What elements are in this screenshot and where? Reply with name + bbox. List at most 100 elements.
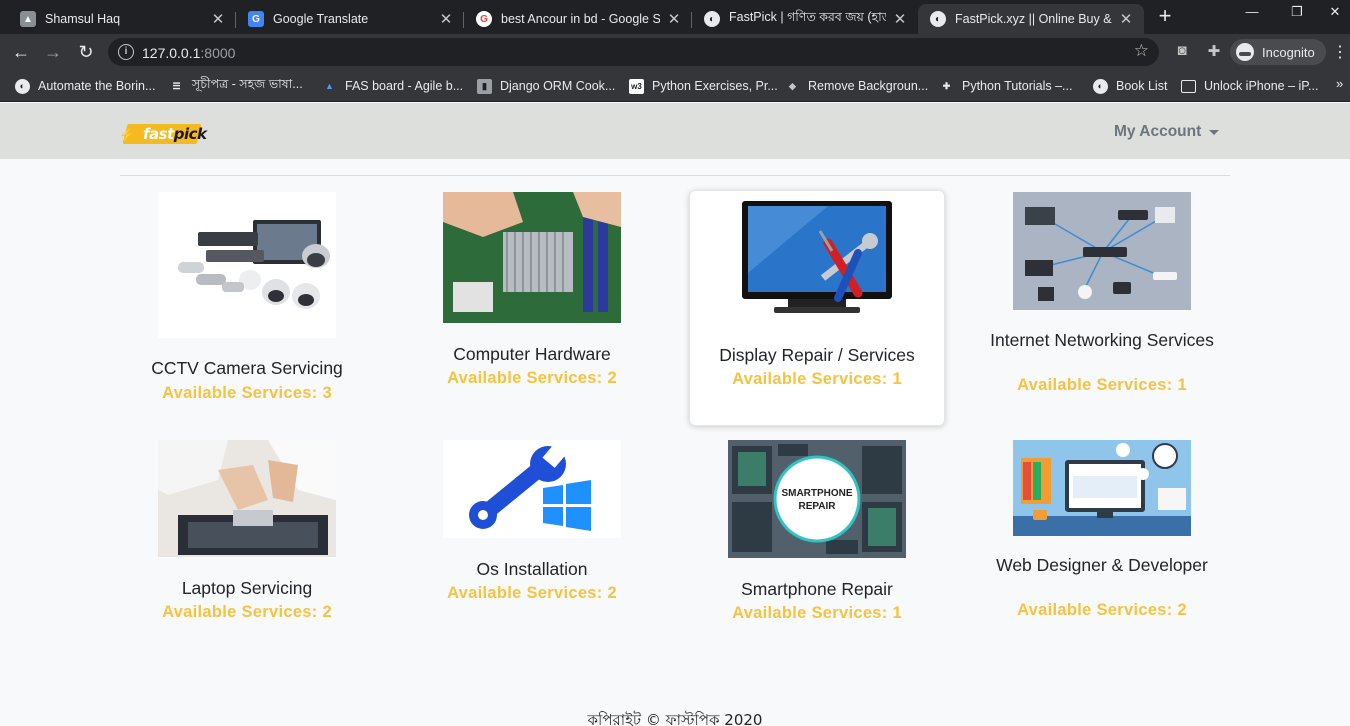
smartphone-repair-image[interactable]: SMARTPHONE REPAIR <box>728 440 906 558</box>
lightning-icon: ⚡ <box>119 127 136 142</box>
category-available-count: Available Services: 2 <box>447 369 617 387</box>
tab-title: FastPick.xyz || Online Buy & Re <box>955 12 1112 26</box>
my-account-dropdown[interactable]: My Account <box>1114 123 1220 141</box>
globe-icon: ◐ <box>1093 78 1108 94</box>
close-tab-icon[interactable]: ✕ <box>892 10 908 28</box>
bookmark-label: Automate the Borin... <box>38 79 156 93</box>
category-available-count: Available Services: 2 <box>162 603 332 621</box>
cctv-image[interactable] <box>158 192 336 338</box>
bookmark-item[interactable]: Unlock iPhone – iP... <box>1181 76 1318 96</box>
category-name[interactable]: Internet Networking Services <box>974 330 1230 351</box>
bookmark-item[interactable]: ▲ FAS board - Agile b... <box>322 76 463 96</box>
fastpick-logo[interactable]: ⚡ fastpick <box>119 121 207 147</box>
book-icon: ▮ <box>477 78 492 94</box>
browser-tab-active[interactable]: ◐ FastPick.xyz || Online Buy & Re ✕ <box>918 4 1144 34</box>
python-icon: ✚ <box>942 80 951 91</box>
new-tab-button[interactable]: + <box>1154 5 1176 28</box>
category-name[interactable]: Smartphone Repair <box>689 579 945 600</box>
tab-title: Shamsul Haq <box>45 12 121 26</box>
category-card-cctv[interactable]: CCTV Camera Servicing Available Services… <box>119 190 375 410</box>
category-card-hardware[interactable]: Computer Hardware Available Services: 2 <box>404 190 660 395</box>
list-icon: ☰ <box>172 80 181 91</box>
incognito-label: Incognito <box>1262 44 1315 60</box>
category-name[interactable]: CCTV Camera Servicing <box>119 358 375 379</box>
info-icon[interactable]: i <box>118 44 134 60</box>
bookmark-label: Unlock iPhone – iP... <box>1204 79 1319 93</box>
browser-tab[interactable]: G Google Translate ✕ <box>236 4 464 34</box>
bookmark-label: Remove Backgroun... <box>808 79 929 93</box>
incognito-badge[interactable]: Incognito <box>1230 39 1326 65</box>
globe-icon: ◐ <box>704 11 720 27</box>
category-name[interactable]: Laptop Servicing <box>119 578 375 599</box>
freelance-work-image[interactable] <box>1013 440 1191 536</box>
category-available-count: Available Services: 2 <box>1017 601 1187 619</box>
bookmark-item[interactable]: ◐ Book List <box>1093 76 1167 96</box>
extensions-puzzle-icon[interactable]: ✚ <box>1204 42 1224 60</box>
bookmark-item[interactable]: w3 Python Exercises, Pr... <box>629 76 778 96</box>
category-card-laptop[interactable]: Laptop Servicing Available Services: 2 <box>119 438 375 628</box>
svg-text:REPAIR: REPAIR <box>798 501 836 512</box>
tab-title: Google Translate <box>273 12 369 26</box>
close-tab-icon[interactable]: ✕ <box>1118 10 1134 28</box>
bookmark-star-icon[interactable]: ☆ <box>1134 41 1149 61</box>
tab-title: FastPick | গণিত করব জয় (হার্ডক <box>729 10 886 24</box>
bookmark-label: Book List <box>1116 79 1168 93</box>
incognito-icon <box>1236 43 1254 61</box>
close-tab-icon[interactable]: ✕ <box>666 10 682 28</box>
category-card-display[interactable]: Display Repair / Services Available Serv… <box>689 190 945 426</box>
bookmark-item[interactable]: ◆ Remove Backgroun... <box>785 76 928 96</box>
close-tab-icon[interactable]: ✕ <box>210 10 226 28</box>
bookmark-item[interactable]: ▮ Django ORM Cook... <box>477 76 615 96</box>
wrench-windows-image[interactable] <box>443 440 621 538</box>
minimize-icon[interactable]: — <box>1232 4 1272 19</box>
back-arrow-icon[interactable]: ← <box>10 41 32 63</box>
tab-title: best Ancour in bd - Google Se <box>501 12 660 26</box>
category-card-networking[interactable]: Internet Networking Services Available S… <box>974 190 1230 400</box>
more-menu-icon[interactable]: ⋮ <box>1332 42 1348 62</box>
layers-icon: ◆ <box>789 80 796 91</box>
more-bookmarks-icon[interactable]: » <box>1336 76 1343 91</box>
category-name[interactable]: Display Repair / Services <box>690 345 944 366</box>
category-name[interactable]: Computer Hardware <box>404 344 660 365</box>
browser-tab[interactable]: G best Ancour in bd - Google Se ✕ <box>464 4 692 34</box>
category-card-smartphone[interactable]: SMARTPHONE REPAIR Smartphone Repair Avai… <box>689 438 945 628</box>
copyright-footer: কপিরাইট © ফাস্টপিক 2020 <box>587 711 763 726</box>
reload-icon[interactable]: ↻ <box>75 41 97 63</box>
motherboard-image[interactable] <box>443 192 621 323</box>
google-translate-icon: G <box>248 11 264 27</box>
category-available-count: Available Services: 1 <box>732 370 902 388</box>
category-available-count: Available Services: 3 <box>162 384 332 402</box>
google-icon: G <box>476 11 492 27</box>
globe-icon: ◐ <box>15 78 30 94</box>
category-name[interactable]: Os Installation <box>404 559 660 580</box>
browser-tab[interactable]: ▲ Shamsul Haq ✕ <box>8 4 236 34</box>
jira-icon: ▲ <box>325 81 334 91</box>
bookmark-label: FAS board - Agile b... <box>345 79 464 93</box>
caret-down-icon <box>1209 129 1220 135</box>
svg-text:SMARTPHONE: SMARTPHONE <box>781 488 852 499</box>
monitor-tools-image[interactable] <box>728 193 906 324</box>
camera-icon[interactable]: ◙ <box>1172 42 1192 59</box>
forward-arrow-icon[interactable]: → <box>42 41 64 63</box>
laptop-repair-image[interactable] <box>158 440 336 557</box>
globe-icon: ◐ <box>930 11 946 27</box>
restore-icon[interactable]: ❐ <box>1277 4 1317 20</box>
site-navbar: ⚡ fastpick My Account <box>0 103 1350 159</box>
bookmark-item[interactable]: ✚ Python Tutorials –... <box>939 76 1073 96</box>
close-tab-icon[interactable]: ✕ <box>438 10 454 28</box>
bookmark-item[interactable]: ☰ সূচীপত্র - সহজ ভাষা... <box>169 76 302 96</box>
bookmark-item[interactable]: ◐ Automate the Borin... <box>15 76 155 96</box>
profile-photo-icon: ▲ <box>20 11 36 27</box>
my-account-label: My Account <box>1114 123 1202 140</box>
address-bar[interactable]: i 127.0.0.1:8000 ☆ <box>108 38 1159 66</box>
category-card-web[interactable]: Web Designer & Developer Available Servi… <box>974 438 1230 628</box>
category-available-count: Available Services: 1 <box>732 604 902 622</box>
bookmarks-bar: ◐ Automate the Borin... ☰ সূচীপত্র - সহজ… <box>0 70 1350 102</box>
bookmark-label: Python Tutorials –... <box>962 79 1073 93</box>
close-window-icon[interactable]: ✕ <box>1320 4 1350 20</box>
browser-toolbar: ← → ↻ i 127.0.0.1:8000 ☆ ◙ ✚ Incognito ⋮ <box>0 34 1350 70</box>
category-name[interactable]: Web Designer & Developer <box>974 555 1230 576</box>
network-devices-image[interactable] <box>1013 192 1191 310</box>
category-card-os[interactable]: Os Installation Available Services: 2 <box>404 438 660 608</box>
browser-tab[interactable]: ◐ FastPick | গণিত করব জয় (হার্ডক ✕ <box>692 4 918 34</box>
